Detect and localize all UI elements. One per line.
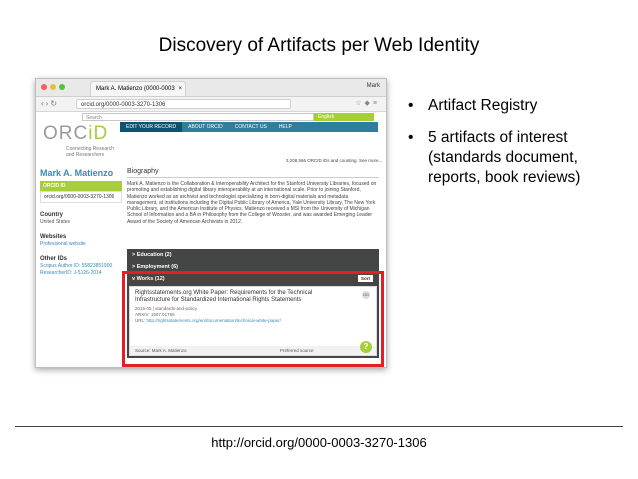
biography-text: Mark A. Matienzo is the Collaboration & … [127,181,377,225]
other-ids-label: Other IDs [40,256,68,262]
browser-user[interactable]: Mark [367,83,380,89]
country-value: United States [40,219,71,225]
divider [15,426,623,427]
minimize-window-icon[interactable] [50,84,56,90]
website-link[interactable]: Professional website [40,241,122,247]
orcid-nav: EDIT YOUR RECORD ABOUT ORCID CONTACT US … [120,122,378,132]
highlight-box [122,271,384,367]
logo-text-green: iD [88,123,109,144]
browser-tools: ☆◆≡ [355,99,380,107]
browser-titlebar: Mark A. Matienzo (0000-0003 × Mark [36,79,386,97]
section-education[interactable]: > Education (2) [127,249,379,261]
browser-toolbar: ‹›↻ orcid.org/0000-0003-3270-1306 ☆◆≡ [36,97,386,112]
bullet-item: 5 artifacts of interest (standards docum… [406,128,626,188]
orcid-logo[interactable]: ORCiD [43,123,108,145]
person-name: Mark A. Matienzo [40,168,114,178]
nav-about[interactable]: ABOUT ORCID [182,122,229,132]
language-select[interactable]: English [314,113,374,121]
tab-close-icon[interactable]: × [178,82,182,96]
nav-buttons: ‹›↻ [41,99,59,108]
close-window-icon[interactable] [41,84,47,90]
orcid-id-label: ORCID ID [40,181,122,191]
profile-sidebar: Mark A. Matienzo ORCID ID orcid.org/0000… [40,168,122,276]
orcid-id-url[interactable]: orcid.org/0000-0003-3270-1306 [40,191,122,203]
browser-tab[interactable]: Mark A. Matienzo (0000-0003 × [90,81,186,96]
search-input[interactable]: Search [82,113,314,121]
bookmark-star-icon[interactable]: ☆ [355,100,364,107]
biography-heading: Biography [127,168,379,178]
tab-title: Mark A. Matienzo (0000-0003 [96,86,175,92]
nav-edit-record[interactable]: EDIT YOUR RECORD [120,122,183,132]
extension-icon[interactable]: ◆ [365,100,373,107]
websites-label: Websites [40,234,67,240]
logo-text-gray: ORC [43,123,89,144]
maximize-window-icon[interactable] [59,84,65,90]
slide-title: Discovery of Artifacts per Web Identity [158,35,480,56]
reload-icon[interactable]: ↻ [50,99,59,108]
other-id-link[interactable]: ResearcherID: J-5126-2014 [40,270,122,276]
other-id-link[interactable]: Scopus Author ID: 55823851900 [40,263,122,269]
bullet-item: Artifact Registry [406,96,626,116]
country-label: Country [40,212,63,218]
nav-help[interactable]: HELP [273,122,298,132]
orcid-count: 3,208,566 ORCID iDs and counting. See mo… [286,158,383,163]
profile-main: Biography Mark A. Matienzo is the Collab… [127,168,379,251]
nav-contact[interactable]: CONTACT US [229,122,273,132]
orcid-tagline: Connecting Research and Researchers [66,146,115,158]
address-bar[interactable]: orcid.org/0000-0003-3270-1306 [76,99,291,109]
footer-url[interactable]: http://orcid.org/0000-0003-3270-1306 [0,435,638,450]
bullet-list: Artifact Registry 5 artifacts of interes… [406,96,626,200]
menu-icon[interactable]: ≡ [373,100,380,107]
orcid-search-bar: Search English [36,112,386,122]
window-controls [41,84,65,90]
